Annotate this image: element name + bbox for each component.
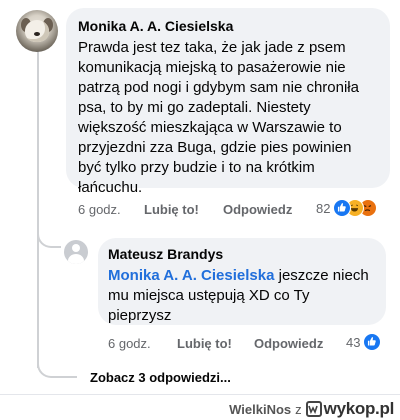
avatar-placeholder-head [72,244,80,252]
watermark-site: wykop.pl [323,399,395,418]
comment-text: Prawda jest tez taka, że jak jade z psem… [78,39,359,196]
reply-reply-button[interactable]: Odpowiedz [254,336,323,351]
like-button[interactable]: Lubię to! [144,202,223,217]
comment-actions: 6 godz. Lubię to! Odpowiedz [78,200,292,218]
comment-timestamp[interactable]: 6 godz. [78,202,144,217]
like-reaction-icon [363,333,382,351]
reply-actions: 6 godz. Lubię to! Odpowiedz [108,334,323,352]
wykop-logo-icon [305,401,322,417]
watermark: WielkiNos z wykop.pl [229,399,394,419]
avatar-placeholder-body [68,254,84,264]
reply-bubble: Mateusz Brandys Monika A. A. Ciesielska … [98,238,386,325]
reply-reaction-summary[interactable]: 43 [346,332,382,352]
reply-text: Monika A. A. Ciesielska jeszcze niech mu… [108,266,376,326]
dog-nose [34,32,40,36]
reaction-summary[interactable]: 82 [316,198,378,218]
avatar[interactable] [16,10,58,52]
reply-author[interactable]: Mateusz Brandys [108,245,376,263]
watermark-joiner: z [295,401,302,417]
reaction-count: 82 [316,200,331,216]
thread-line [37,50,39,368]
view-more-replies-link[interactable]: Zobacz 3 odpowiedzi... [90,370,231,385]
avatar[interactable] [64,240,88,264]
watermark-user: WielkiNos [229,401,292,417]
dog-face [25,20,49,42]
reply-timestamp[interactable]: 6 godz. [108,336,177,351]
like-reaction-icon [333,199,352,217]
reply-like-button[interactable]: Lubię to! [177,336,254,351]
thread-connector-reply [37,212,61,248]
comment-bubble: Monika A. A. Ciesielska Prawda jest tez … [66,8,390,196]
footer-divider [0,394,400,395]
mention-link[interactable]: Monika A. A. Ciesielska [108,267,274,284]
comment-author[interactable]: Monika A. A. Ciesielska [78,17,378,35]
reply-reaction-count: 43 [346,334,361,350]
thread-connector-more [37,350,77,378]
reply-button[interactable]: Odpowiedz [223,202,292,217]
